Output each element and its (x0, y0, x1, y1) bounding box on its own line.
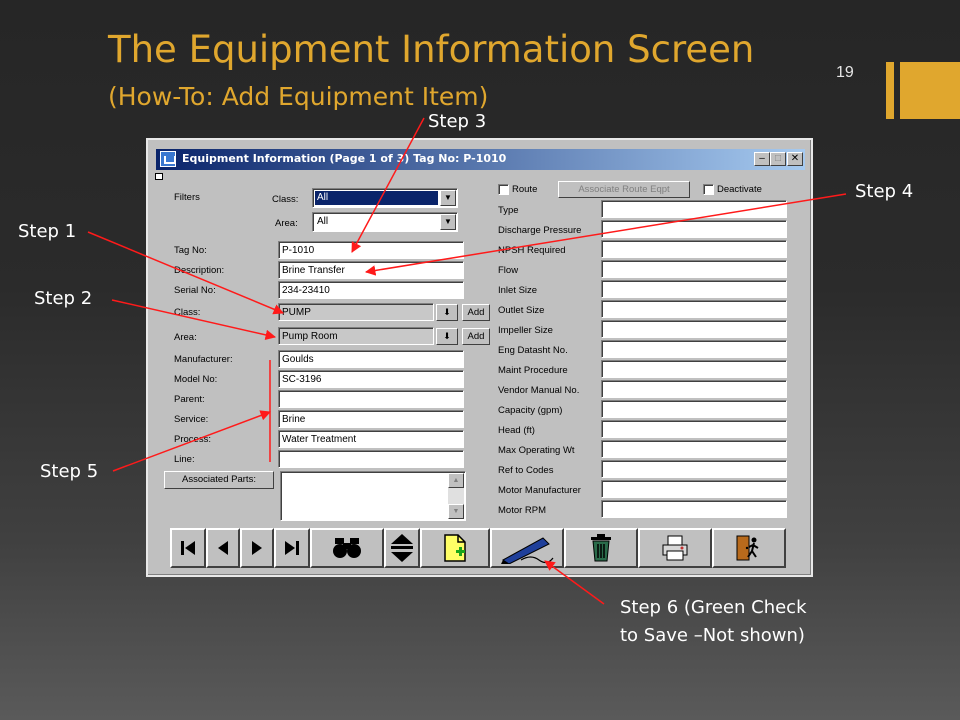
step3-arrow (351, 117, 425, 253)
step2-arrow (111, 299, 277, 341)
step6-arrow (544, 560, 605, 605)
step-arrows (87, 117, 847, 605)
step5-arrow (112, 410, 271, 472)
step4-arrow (364, 193, 847, 276)
